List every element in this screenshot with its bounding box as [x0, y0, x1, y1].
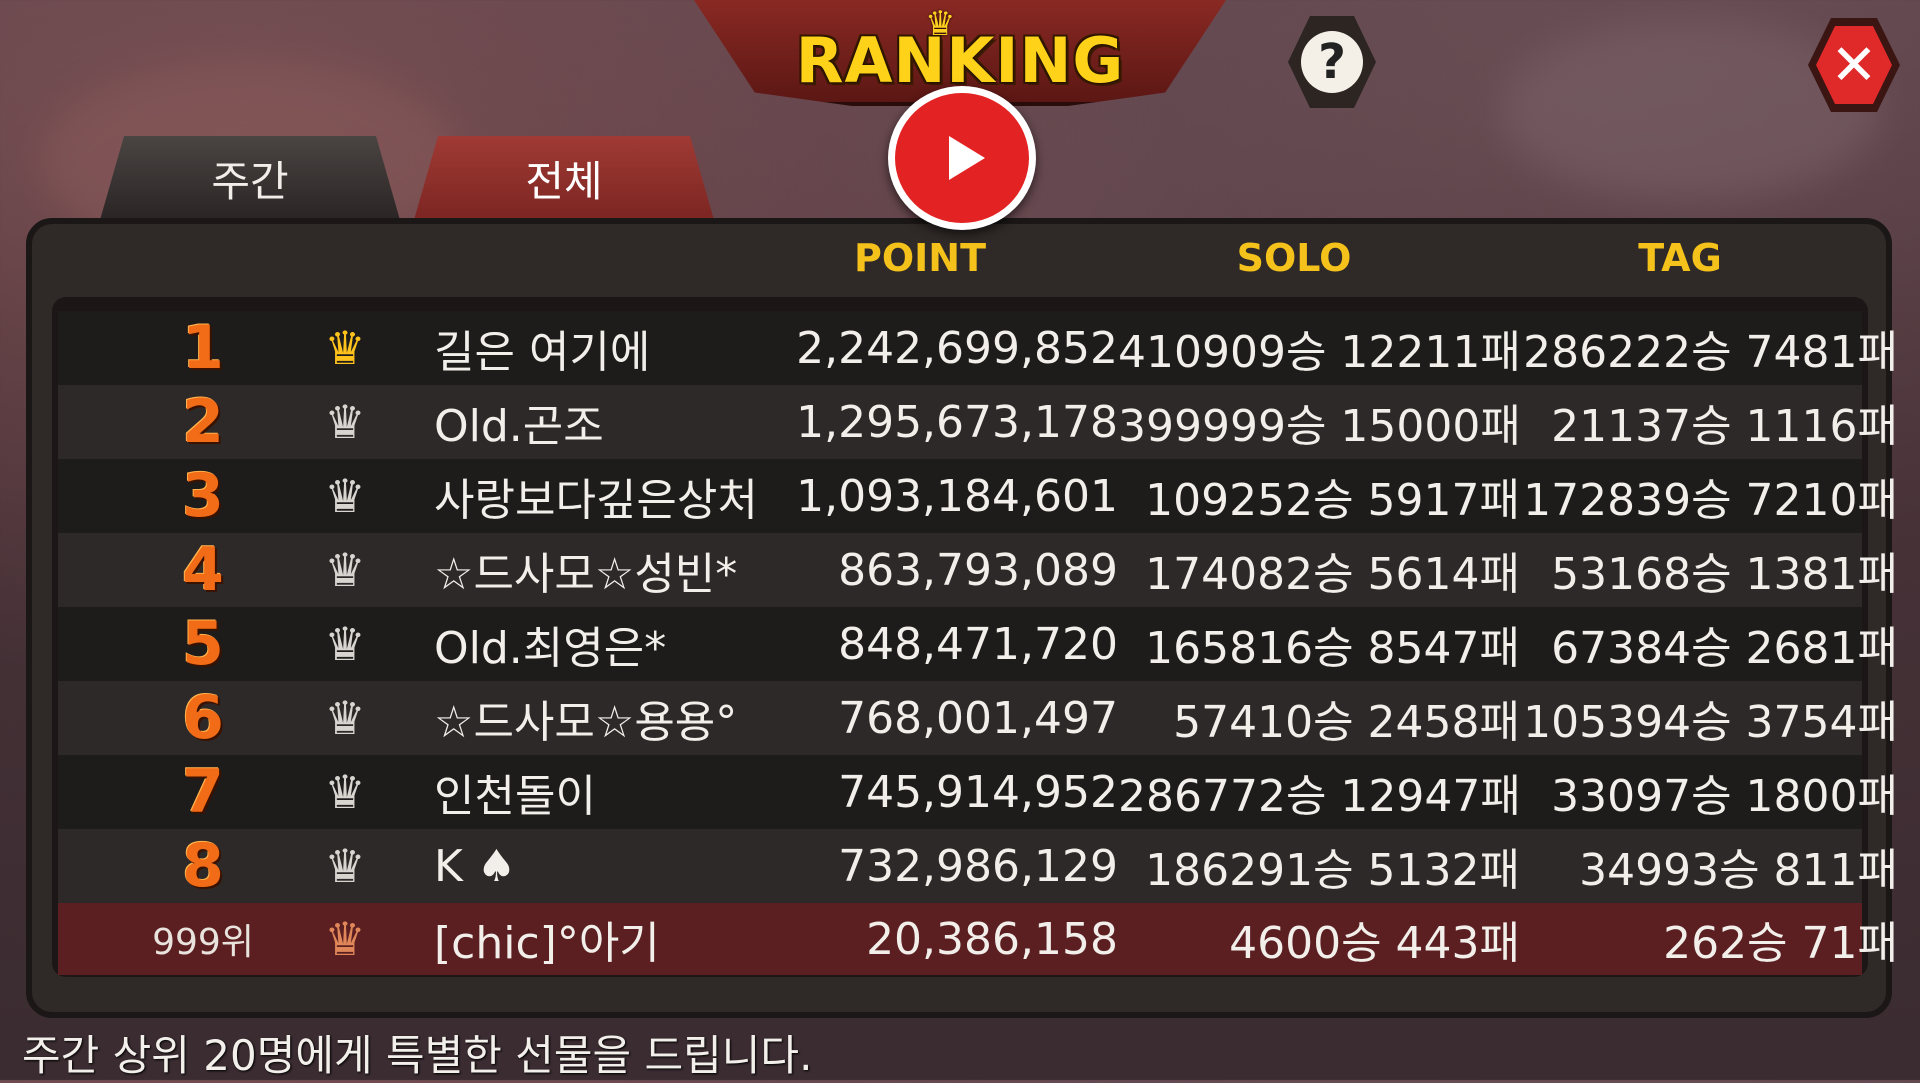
rank-number: 4	[182, 535, 224, 605]
player-name: [chic]°아기	[434, 918, 660, 969]
help-button[interactable]: ?	[1288, 16, 1376, 108]
column-header-point: POINT	[853, 236, 987, 280]
point-value: 1,093,184,601	[796, 470, 1118, 522]
player-name: Old.최영은*	[434, 623, 667, 674]
rank-number: 6	[182, 683, 224, 753]
rank-number: 8	[182, 831, 224, 901]
column-header-tag: TAG	[1638, 236, 1722, 280]
column-header-solo: SOLO	[1236, 236, 1352, 280]
tag-record: 53168승 1381패	[1551, 549, 1898, 600]
help-icon: ?	[1301, 31, 1363, 93]
player-name: 길은 여기에	[434, 327, 651, 378]
crown-icon: ♛	[925, 4, 956, 44]
crown-icon: ♛	[324, 543, 366, 597]
point-value: 732,986,129	[838, 840, 1118, 892]
crown-icon: ♛	[324, 469, 366, 523]
rank-number: 5	[182, 609, 224, 679]
point-value: 20,386,158	[866, 913, 1118, 965]
table-row[interactable]: 8 ♛ K ♠ 732,986,129 186291승 5132패 34993승 811패	[58, 829, 1898, 903]
player-name: K ♠	[434, 840, 517, 892]
player-name: ☆드사모☆용용°	[434, 697, 738, 748]
crown-icon: ♛	[324, 395, 366, 449]
point-value: 1,295,673,178	[796, 396, 1118, 448]
tag-record: 67384승 2681패	[1551, 623, 1898, 674]
rank-number: 7	[182, 757, 224, 827]
tag-record: 34993승 811패	[1579, 845, 1898, 896]
solo-record: 165816승 8547패	[1145, 623, 1520, 674]
tab-weekly[interactable]: 주간	[100, 136, 400, 220]
tag-record: 172839승 7210패	[1523, 475, 1898, 526]
table-row[interactable]: 2 ♛ Old.곤조 1,295,673,178 399999승 15000패 21137…	[58, 385, 1898, 459]
crown-icon: ♛	[324, 617, 366, 671]
point-value: 2,242,699,852	[796, 322, 1118, 374]
table-row[interactable]: 6 ♛ ☆드사모☆용용° 768,001,497 57410승 2458패 105394승…	[58, 681, 1898, 755]
tag-record: 33097승 1800패	[1551, 771, 1898, 822]
solo-record: 399999승 15000패	[1118, 401, 1521, 452]
solo-record: 109252승 5917패	[1145, 475, 1520, 526]
solo-record: 57410승 2458패	[1173, 697, 1520, 748]
tag-record: 286222승 7481패	[1523, 327, 1898, 378]
footer-note: 주간 상위 20명에게 특별한 선물을 드립니다.	[22, 1031, 813, 1080]
rank-number: 3	[182, 461, 224, 531]
rank-number: 999위	[152, 922, 254, 963]
crown-icon: ♛	[324, 765, 366, 819]
solo-record: 410909승 12211패	[1118, 327, 1521, 378]
tab-all[interactable]: 전체	[414, 136, 714, 220]
solo-record: 286772승 12947패	[1118, 771, 1521, 822]
solo-record: 4600승 443패	[1229, 918, 1520, 969]
table-row[interactable]: 4 ♛ ☆드사모☆성빈* 863,793,089 174082승 5614패 53168승…	[58, 533, 1898, 607]
rank-number: 2	[182, 387, 224, 457]
rank-number: 1	[182, 313, 224, 383]
point-value: 848,471,720	[838, 618, 1118, 670]
table-row[interactable]: 7 ♛ 인천돌이 745,914,952 286772승 12947패 33097승 18…	[58, 755, 1898, 829]
table-row[interactable]: 3 ♛ 사랑보다깊은상처 1,093,184,601 109252승 5917패 1728…	[58, 459, 1898, 533]
crown-icon: ♛	[324, 839, 366, 893]
play-triangle	[949, 136, 985, 180]
point-value: 768,001,497	[838, 692, 1118, 744]
player-name: 사랑보다깊은상처	[434, 475, 758, 526]
player-name: ☆드사모☆성빈*	[434, 549, 738, 600]
table-row[interactable]: 1 ♛ 길은 여기에 2,242,699,852 410909승 12211패 28622…	[58, 311, 1898, 385]
tag-record: 21137승 1116패	[1551, 401, 1898, 452]
point-value: 863,793,089	[838, 544, 1118, 596]
play-video-button[interactable]	[888, 86, 1036, 230]
my-rank-row[interactable]: 999위 ♛ [chic]°아기 20,386,158 4600승 443패 262승 7…	[58, 903, 1898, 975]
table-row[interactable]: 5 ♛ Old.최영은* 848,471,720 165816승 8547패 67384승…	[58, 607, 1898, 681]
solo-record: 186291승 5132패	[1145, 845, 1520, 896]
crown-icon: ♛	[324, 691, 366, 745]
close-icon: ✕	[1816, 26, 1892, 104]
crown-icon: ♛	[324, 912, 366, 966]
player-name: Old.곤조	[434, 401, 604, 452]
tag-record: 105394승 3754패	[1523, 697, 1898, 748]
tag-record: 262승 71패	[1663, 918, 1898, 969]
player-name: 인천돌이	[434, 771, 596, 822]
crown-icon: ♛	[324, 321, 366, 375]
point-value: 745,914,952	[838, 766, 1118, 818]
play-video-icon	[895, 93, 1029, 223]
solo-record: 174082승 5614패	[1145, 549, 1520, 600]
